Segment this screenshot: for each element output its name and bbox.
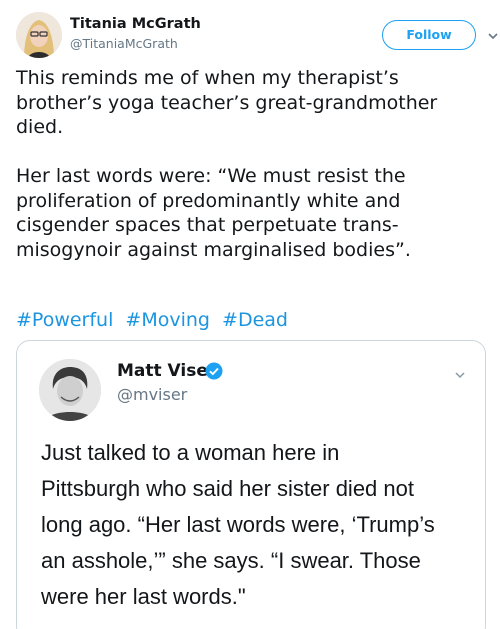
tweet-text: This reminds me of when my therapist’s b… — [16, 66, 488, 262]
hashtag-dead[interactable]: #Dead — [222, 309, 288, 331]
tweet-paragraph-1: This reminds me of when my therapist’s b… — [16, 67, 438, 138]
hashtag-powerful[interactable]: #Powerful — [16, 309, 113, 331]
chevron-down-icon[interactable] — [453, 367, 467, 381]
chevron-down-icon[interactable] — [486, 28, 500, 42]
author-avatar[interactable] — [16, 12, 62, 58]
quoted-tweet[interactable]: Matt Viser @mviser Just talked to a woma… — [16, 340, 486, 629]
author-name[interactable]: Titania McGrath — [70, 16, 201, 32]
verified-badge-icon — [205, 362, 223, 380]
quoted-author-name[interactable]: Matt Viser — [117, 361, 216, 381]
hashtag-list: #Powerful #Moving #Dead — [16, 308, 294, 332]
author-handle[interactable]: @TitaniaMcGrath — [70, 36, 178, 51]
hashtag-moving[interactable]: #Moving — [125, 309, 210, 331]
tweet-header: Titania McGrath @TitaniaMcGrath Follow — [16, 10, 498, 58]
tweet-paragraph-2: Her last words were: “We must resist the… — [16, 165, 411, 261]
quoted-author-handle[interactable]: @mviser — [117, 385, 187, 404]
quoted-tweet-text: Just talked to a woman here in Pittsburg… — [41, 440, 435, 609]
follow-button[interactable]: Follow — [382, 20, 476, 50]
quoted-author-avatar[interactable] — [39, 359, 101, 421]
